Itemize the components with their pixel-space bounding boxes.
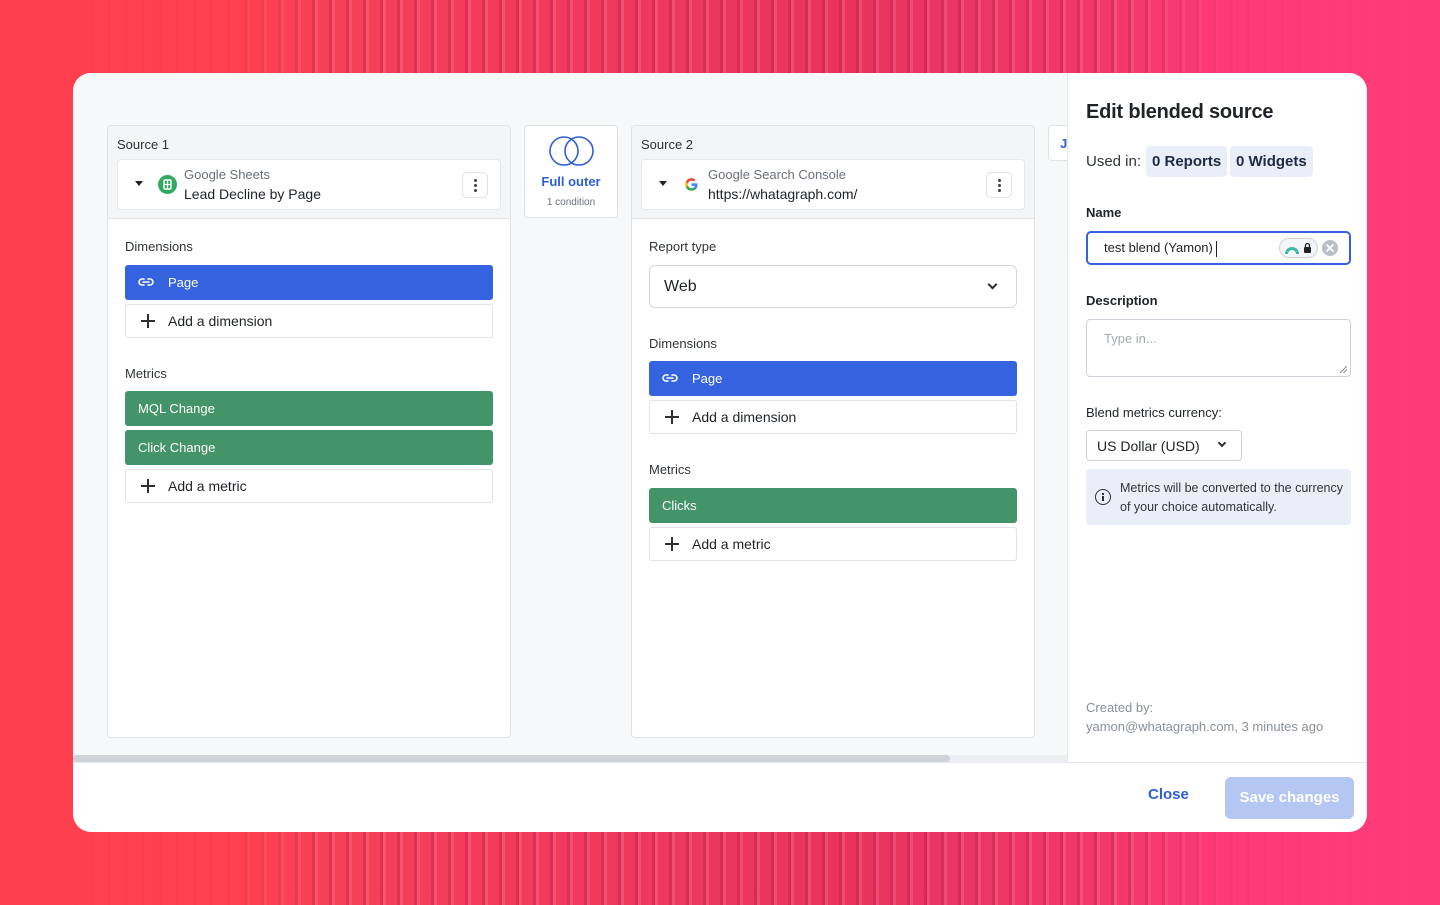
add-dimension-label: Add a dimension bbox=[692, 409, 797, 425]
source-2-picker[interactable]: Google Search Console https://whatagraph… bbox=[641, 159, 1025, 210]
metric-label: MQL Change bbox=[138, 401, 215, 416]
currency-value: US Dollar (USD) bbox=[1097, 438, 1200, 454]
source-1-provider: Google Sheets bbox=[184, 167, 271, 182]
plus-icon bbox=[141, 314, 155, 328]
clear-input-icon[interactable] bbox=[1322, 240, 1338, 256]
join-type-button[interactable]: Full outer 1 condition bbox=[524, 125, 618, 218]
metric-label: Clicks bbox=[662, 498, 697, 513]
text-cursor bbox=[1216, 241, 1217, 257]
join-type-button-2[interactable]: J bbox=[1048, 125, 1067, 161]
join-condition-count: 1 condition bbox=[546, 197, 596, 208]
link-icon bbox=[138, 278, 154, 286]
dimension-label: Page bbox=[692, 371, 723, 386]
source-2-dimensions-label: Dimensions bbox=[649, 336, 717, 351]
created-by-label: Created by: bbox=[1086, 700, 1154, 715]
source-1-more-icon[interactable] bbox=[462, 172, 488, 198]
blend-editor-modal: Source 1 Google Sheets Lead Decline by P… bbox=[73, 73, 1367, 832]
reports-count-badge[interactable]: 0 Reports bbox=[1146, 146, 1228, 177]
source-2-metrics-label: Metrics bbox=[649, 462, 691, 477]
add-metric-label: Add a metric bbox=[168, 478, 247, 494]
password-manager-icon[interactable] bbox=[1279, 238, 1318, 258]
currency-label: Blend metrics currency: bbox=[1086, 405, 1222, 420]
widgets-count-badge[interactable]: 0 Widgets bbox=[1230, 146, 1313, 177]
chevron-down-icon bbox=[987, 279, 998, 290]
add-metric-button[interactable]: Add a metric bbox=[125, 469, 493, 503]
created-by-value: yamon@whatagraph.com, 3 minutes ago bbox=[1086, 719, 1324, 734]
blend-canvas: Source 1 Google Sheets Lead Decline by P… bbox=[73, 73, 1067, 762]
report-type-select[interactable]: Web bbox=[649, 265, 1017, 308]
horizontal-scrollbar-thumb[interactable] bbox=[73, 755, 950, 762]
description-label: Description bbox=[1086, 293, 1158, 308]
dimension-label: Page bbox=[168, 275, 199, 290]
plus-icon bbox=[665, 410, 679, 424]
plus-icon bbox=[665, 537, 679, 551]
link-icon bbox=[662, 374, 678, 382]
resize-handle-icon[interactable] bbox=[1340, 366, 1347, 373]
add-dimension-label: Add a dimension bbox=[168, 313, 273, 329]
add-metric-button[interactable]: Add a metric bbox=[649, 527, 1017, 561]
source-1-account: Lead Decline by Page bbox=[184, 186, 321, 202]
source-2-provider: Google Search Console bbox=[708, 167, 847, 182]
collapse-caret-icon[interactable] bbox=[659, 181, 667, 186]
source-2-header: Source 2 Google Search Console https://w… bbox=[632, 126, 1034, 219]
used-in-label: Used in: bbox=[1086, 153, 1142, 170]
currency-info-box: Metrics will be converted to the currenc… bbox=[1086, 469, 1351, 525]
metric-label: Click Change bbox=[138, 440, 216, 455]
join-type-label-2: J bbox=[1060, 136, 1067, 151]
chevron-down-icon bbox=[1217, 438, 1227, 448]
join-type-label: Full outer bbox=[541, 174, 601, 189]
source-1-metrics-label: Metrics bbox=[125, 366, 167, 381]
metric-pill[interactable]: Click Change bbox=[125, 430, 493, 465]
info-icon bbox=[1095, 489, 1111, 505]
source-2-card: Source 2 Google Search Console https://w… bbox=[631, 125, 1035, 738]
description-field[interactable] bbox=[1086, 319, 1351, 377]
source-2-more-icon[interactable] bbox=[986, 172, 1012, 198]
source-1-picker[interactable]: Google Sheets Lead Decline by Page bbox=[117, 159, 501, 210]
save-changes-button[interactable]: Save changes bbox=[1225, 777, 1354, 819]
source-1-dimensions-label: Dimensions bbox=[125, 239, 193, 254]
metric-pill[interactable]: Clicks bbox=[649, 488, 1017, 523]
source-1-card: Source 1 Google Sheets Lead Decline by P… bbox=[107, 125, 511, 738]
source-2-title: Source 2 bbox=[641, 137, 694, 152]
sheets-icon bbox=[158, 175, 177, 194]
add-metric-label: Add a metric bbox=[692, 536, 771, 552]
name-value: test blend (Yamon) bbox=[1104, 240, 1213, 255]
venn-full-outer-icon bbox=[549, 136, 594, 166]
plus-icon bbox=[141, 479, 155, 493]
footer-divider bbox=[73, 762, 1367, 763]
add-dimension-button[interactable]: Add a dimension bbox=[649, 400, 1017, 434]
edit-blend-panel: Edit blended source Used in: 0 Reports 0… bbox=[1067, 73, 1367, 762]
metric-pill[interactable]: MQL Change bbox=[125, 391, 493, 426]
dimension-pill[interactable]: Page bbox=[125, 265, 493, 300]
collapse-caret-icon[interactable] bbox=[135, 181, 143, 186]
google-g-icon bbox=[682, 175, 701, 194]
close-button[interactable]: Close bbox=[1148, 786, 1189, 803]
panel-title: Edit blended source bbox=[1086, 101, 1274, 123]
name-field[interactable]: test blend (Yamon) bbox=[1086, 231, 1351, 265]
dimension-pill[interactable]: Page bbox=[649, 361, 1017, 396]
name-label: Name bbox=[1086, 205, 1122, 220]
report-type-label: Report type bbox=[649, 239, 717, 254]
description-textarea[interactable] bbox=[1087, 320, 1350, 376]
add-dimension-button[interactable]: Add a dimension bbox=[125, 304, 493, 338]
currency-select[interactable]: US Dollar (USD) bbox=[1086, 430, 1242, 461]
report-type-value: Web bbox=[664, 278, 697, 295]
source-2-account: https://whatagraph.com/ bbox=[708, 186, 858, 202]
source-1-header: Source 1 Google Sheets Lead Decline by P… bbox=[108, 126, 510, 219]
currency-info-text: Metrics will be converted to the currenc… bbox=[1120, 481, 1344, 514]
source-1-title: Source 1 bbox=[117, 137, 170, 152]
